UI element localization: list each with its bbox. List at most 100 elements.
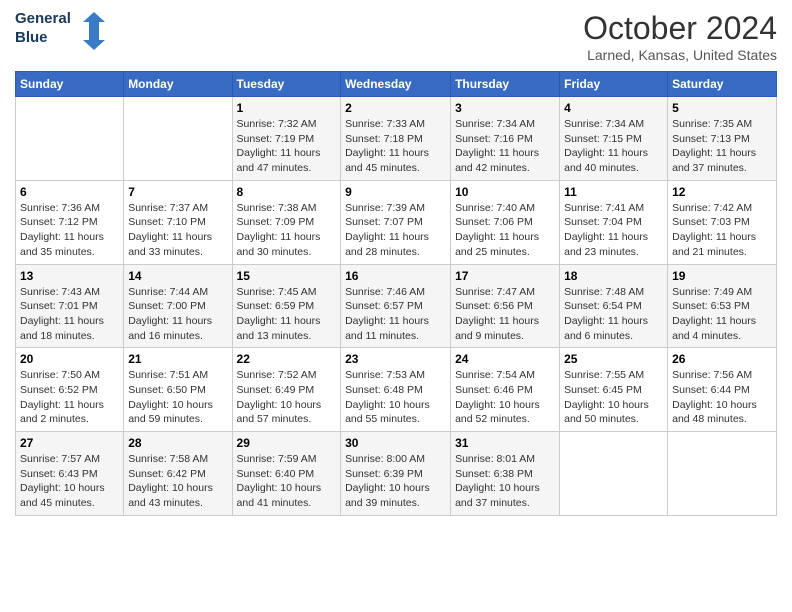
calendar-cell: 18Sunrise: 7:48 AMSunset: 6:54 PMDayligh… (560, 264, 668, 348)
calendar-cell: 30Sunrise: 8:00 AMSunset: 6:39 PMDayligh… (341, 432, 451, 516)
day-info: Sunrise: 7:34 AMSunset: 7:15 PMDaylight:… (564, 117, 663, 176)
day-number: 30 (345, 436, 446, 450)
calendar-cell (560, 432, 668, 516)
day-info: Sunrise: 7:54 AMSunset: 6:46 PMDaylight:… (455, 368, 555, 427)
day-info: Sunrise: 7:45 AMSunset: 6:59 PMDaylight:… (237, 285, 337, 344)
month-title: October 2024 (583, 10, 777, 47)
day-number: 31 (455, 436, 555, 450)
day-info: Sunrise: 7:41 AMSunset: 7:04 PMDaylight:… (564, 201, 663, 260)
day-info: Sunrise: 7:49 AMSunset: 6:53 PMDaylight:… (672, 285, 772, 344)
day-number: 5 (672, 101, 772, 115)
calendar-cell: 27 Sunrise: 7:57 AMSunset: 6:43 PMDayligh… (16, 432, 124, 516)
calendar-cell: 17 Sunrise: 7:47 AMSunset: 6:56 PMDayligh… (451, 264, 560, 348)
calendar-cell: 7 Sunrise: 7:37 AMSunset: 7:10 PMDaylight… (124, 180, 232, 264)
day-number: 17 (455, 269, 555, 283)
calendar-cell: 14 Sunrise: 7:44 AMSunset: 7:00 PMDayligh… (124, 264, 232, 348)
day-number: 14 (128, 269, 227, 283)
day-number: 2 (345, 101, 446, 115)
logo-arrow-icon (83, 12, 105, 55)
calendar-cell: 13Sunrise: 7:43 AMSunset: 7:01 PMDayligh… (16, 264, 124, 348)
day-number: 8 (237, 185, 337, 199)
day-number: 28 (128, 436, 227, 450)
calendar-cell: 6 Sunrise: 7:36 AMSunset: 7:12 PMDaylight… (16, 180, 124, 264)
calendar-cell: 29Sunrise: 7:59 AMSunset: 6:40 PMDayligh… (232, 432, 341, 516)
calendar-cell: 11Sunrise: 7:41 AMSunset: 7:04 PMDayligh… (560, 180, 668, 264)
calendar-cell: 10 Sunrise: 7:40 AMSunset: 7:06 PMDayligh… (451, 180, 560, 264)
day-info: Sunrise: 7:53 AMSunset: 6:48 PMDaylight:… (345, 368, 446, 427)
day-number: 7 (128, 185, 227, 199)
day-number: 4 (564, 101, 663, 115)
calendar-cell: 3Sunrise: 7:34 AMSunset: 7:16 PMDaylight… (451, 97, 560, 181)
day-info: Sunrise: 7:47 AMSunset: 6:56 PMDaylight:… (455, 285, 555, 344)
logo-text: General Blue (15, 10, 71, 48)
calendar-cell: 25 Sunrise: 7:55 AMSunset: 6:45 PMDayligh… (560, 348, 668, 432)
calendar-cell: 31 Sunrise: 8:01 AMSunset: 6:38 PMDayligh… (451, 432, 560, 516)
day-info: Sunrise: 8:01 AMSunset: 6:38 PMDaylight:… (455, 452, 555, 511)
day-info: Sunrise: 7:39 AMSunset: 7:07 PMDaylight:… (345, 201, 446, 260)
day-of-week-header: Sunday (16, 72, 124, 97)
day-of-week-header: Wednesday (341, 72, 451, 97)
day-number: 24 (455, 352, 555, 366)
day-info: Sunrise: 7:32 AMSunset: 7:19 PMDaylight:… (237, 117, 337, 176)
calendar-cell: 15 Sunrise: 7:45 AMSunset: 6:59 PMDayligh… (232, 264, 341, 348)
calendar-cell: 19 Sunrise: 7:49 AMSunset: 6:53 PMDayligh… (668, 264, 777, 348)
calendar-week-row: 27 Sunrise: 7:57 AMSunset: 6:43 PMDayligh… (16, 432, 777, 516)
calendar-cell: 4 Sunrise: 7:34 AMSunset: 7:15 PMDaylight… (560, 97, 668, 181)
calendar-table: SundayMondayTuesdayWednesdayThursdayFrid… (15, 71, 777, 516)
calendar-cell: 20Sunrise: 7:50 AMSunset: 6:52 PMDayligh… (16, 348, 124, 432)
day-info: Sunrise: 7:56 AMSunset: 6:44 PMDaylight:… (672, 368, 772, 427)
day-info: Sunrise: 7:35 AMSunset: 7:13 PMDaylight:… (672, 117, 772, 176)
day-number: 27 (20, 436, 119, 450)
calendar-cell: 21Sunrise: 7:51 AMSunset: 6:50 PMDayligh… (124, 348, 232, 432)
calendar-cell (16, 97, 124, 181)
day-of-week-header: Friday (560, 72, 668, 97)
day-number: 20 (20, 352, 119, 366)
day-info: Sunrise: 7:34 AMSunset: 7:16 PMDaylight:… (455, 117, 555, 176)
day-number: 10 (455, 185, 555, 199)
day-number: 21 (128, 352, 227, 366)
calendar-week-row: 6 Sunrise: 7:36 AMSunset: 7:12 PMDaylight… (16, 180, 777, 264)
calendar-cell: 2Sunrise: 7:33 AMSunset: 7:18 PMDaylight… (341, 97, 451, 181)
day-info: Sunrise: 7:55 AMSunset: 6:45 PMDaylight:… (564, 368, 663, 427)
day-number: 23 (345, 352, 446, 366)
day-info: Sunrise: 7:58 AMSunset: 6:42 PMDaylight:… (128, 452, 227, 511)
calendar-cell: 1Sunrise: 7:32 AMSunset: 7:19 PMDaylight… (232, 97, 341, 181)
day-of-week-header: Tuesday (232, 72, 341, 97)
day-info: Sunrise: 7:46 AMSunset: 6:57 PMDaylight:… (345, 285, 446, 344)
day-number: 12 (672, 185, 772, 199)
calendar-cell: 28 Sunrise: 7:58 AMSunset: 6:42 PMDayligh… (124, 432, 232, 516)
day-number: 18 (564, 269, 663, 283)
day-info: Sunrise: 7:57 AMSunset: 6:43 PMDaylight:… (20, 452, 119, 511)
calendar-cell: 8 Sunrise: 7:38 AMSunset: 7:09 PMDaylight… (232, 180, 341, 264)
day-info: Sunrise: 7:36 AMSunset: 7:12 PMDaylight:… (20, 201, 119, 260)
day-info: Sunrise: 7:40 AMSunset: 7:06 PMDaylight:… (455, 201, 555, 260)
day-of-week-header: Thursday (451, 72, 560, 97)
calendar-cell (668, 432, 777, 516)
day-number: 9 (345, 185, 446, 199)
day-of-week-header: Saturday (668, 72, 777, 97)
day-info: Sunrise: 7:38 AMSunset: 7:09 PMDaylight:… (237, 201, 337, 260)
day-number: 25 (564, 352, 663, 366)
calendar-week-row: 13Sunrise: 7:43 AMSunset: 7:01 PMDayligh… (16, 264, 777, 348)
day-info: Sunrise: 7:44 AMSunset: 7:00 PMDaylight:… (128, 285, 227, 344)
calendar-week-row: 20Sunrise: 7:50 AMSunset: 6:52 PMDayligh… (16, 348, 777, 432)
day-number: 16 (345, 269, 446, 283)
day-number: 15 (237, 269, 337, 283)
calendar-cell: 24 Sunrise: 7:54 AMSunset: 6:46 PMDayligh… (451, 348, 560, 432)
calendar-header-row: SundayMondayTuesdayWednesdayThursdayFrid… (16, 72, 777, 97)
location-subtitle: Larned, Kansas, United States (583, 47, 777, 63)
title-block: October 2024 Larned, Kansas, United Stat… (583, 10, 777, 63)
calendar-week-row: 1Sunrise: 7:32 AMSunset: 7:19 PMDaylight… (16, 97, 777, 181)
calendar-cell: 5 Sunrise: 7:35 AMSunset: 7:13 PMDaylight… (668, 97, 777, 181)
calendar-cell: 23 Sunrise: 7:53 AMSunset: 6:48 PMDayligh… (341, 348, 451, 432)
day-number: 19 (672, 269, 772, 283)
day-number: 6 (20, 185, 119, 199)
day-of-week-header: Monday (124, 72, 232, 97)
day-number: 26 (672, 352, 772, 366)
day-info: Sunrise: 7:37 AMSunset: 7:10 PMDaylight:… (128, 201, 227, 260)
day-info: Sunrise: 7:42 AMSunset: 7:03 PMDaylight:… (672, 201, 772, 260)
calendar-cell: 22Sunrise: 7:52 AMSunset: 6:49 PMDayligh… (232, 348, 341, 432)
day-number: 13 (20, 269, 119, 283)
calendar-cell: 26 Sunrise: 7:56 AMSunset: 6:44 PMDayligh… (668, 348, 777, 432)
day-info: Sunrise: 7:59 AMSunset: 6:40 PMDaylight:… (237, 452, 337, 511)
